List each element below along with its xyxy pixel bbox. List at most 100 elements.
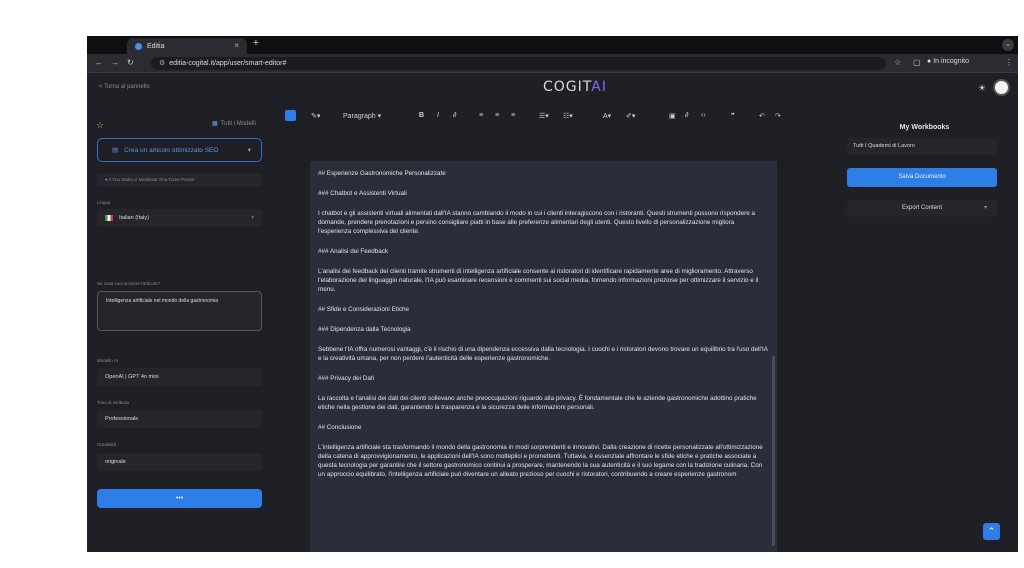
site-info-icon[interactable]: ⚙ <box>159 60 165 67</box>
chevron-down-icon: ▾ <box>983 205 987 211</box>
left-panel: ☆ ▦ Tutti i Modelli ▤ Crea un articolo ot… <box>87 102 271 552</box>
tip-text: Il Tuo Stalco è Miniilosta Tina Tume Pos… <box>108 177 195 182</box>
editor-paragraph: L'analisi dei feedback dei clienti trami… <box>318 268 759 293</box>
info-icon: ● <box>105 177 108 182</box>
redo-icon[interactable]: ↷ <box>775 112 781 120</box>
sidebar-toggle-icon[interactable] <box>285 110 296 121</box>
code-icon[interactable]: ‹› <box>701 112 706 119</box>
editor-paragraph: L'intelligenza artificiale sta trasforma… <box>318 444 763 478</box>
browser-tab[interactable]: Editia × <box>127 38 247 54</box>
chevron-down-icon: ▾ <box>247 147 251 154</box>
align-center-icon[interactable]: ≡ <box>495 112 499 119</box>
chevron-down-icon: ▾ <box>251 215 254 221</box>
app-logo[interactable]: COGITAI <box>543 79 607 95</box>
italy-flag-icon <box>105 214 113 221</box>
document-icon: ▤ <box>112 147 119 154</box>
logo-accent: AI <box>591 79 607 95</box>
language-select[interactable]: Italian (Italy) ▾ <box>97 209 262 227</box>
editor-toolbar: ✎▾ Paragraph ▾ B I ∂ ≡ ≡ ≡ ☰▾ ☷▾ A▾ ✐▾ ▣… <box>281 108 823 125</box>
reload-icon[interactable]: ↻ <box>127 58 134 67</box>
workbooks-title: My Workbooks <box>899 124 950 131</box>
tab-title: Editia <box>147 42 165 50</box>
browser-window: Editia × + ⌄ ← → ↻ ⚙ editia-cogital.it/ap… <box>87 36 1018 552</box>
back-to-dashboard-link[interactable]: < Torna al pannello <box>99 84 150 90</box>
bookmark-star-icon[interactable]: ☆ <box>894 58 901 67</box>
numbered-list-icon[interactable]: ☷▾ <box>563 112 573 120</box>
creativity-select[interactable]: originale <box>97 453 262 471</box>
creativity-value: originale <box>105 459 126 465</box>
editor-paragraph: Sebbene l'IA offra numerosi vantaggi, c'… <box>318 346 768 362</box>
editor-paragraph: ## Sfide e Considerazioni Etiche <box>318 306 410 313</box>
editor-paragraph: La raccolta e l'analisi dei dati dei cli… <box>318 395 757 411</box>
info-tip: ● Il Tuo Stalco è Miniilosta Tina Tume P… <box>97 173 262 187</box>
language-value: Italian (Italy) <box>119 215 149 221</box>
editor-paragraph: ### Analisi dei Feedback <box>318 248 389 255</box>
create-seo-article-button[interactable]: ▤ Crea un articolo ottimizzato SEO ▾ <box>97 138 262 162</box>
tone-select[interactable]: Professionale <box>97 410 262 428</box>
browser-menu-icon[interactable]: ⋮ <box>1005 58 1013 67</box>
export-content-button[interactable]: Export Content ▾ <box>847 200 997 217</box>
url-field[interactable]: ⚙ editia-cogital.it/app/user/smart-editor… <box>151 57 886 70</box>
editor-paragraph: ### Privacy dei Dati <box>318 375 374 382</box>
tone-label: Tono di scrittura <box>97 400 129 405</box>
ai-wand-icon[interactable]: ✎▾ <box>311 112 320 120</box>
bullet-list-icon[interactable]: ☰▾ <box>539 112 549 120</box>
incognito-indicator[interactable]: ● In incognito <box>927 58 969 65</box>
address-bar: ← → ↻ ⚙ editia-cogital.it/app/user/smart-… <box>87 54 1018 73</box>
editor-paragraph: ### Chatbot e Assistenti Virtuali <box>318 190 407 197</box>
paragraph-select[interactable]: Paragraph ▾ <box>343 112 381 120</box>
create-button-label: Crea un articolo ottimizzato SEO <box>124 146 219 154</box>
avatar[interactable] <box>993 79 1010 96</box>
link-insert-icon[interactable]: ∂ <box>685 112 688 119</box>
all-models-label: Tutti i Modelli <box>220 121 256 127</box>
undo-icon[interactable]: ↶ <box>759 112 765 120</box>
favorite-star-icon[interactable]: ☆ <box>96 120 104 131</box>
new-tab-button[interactable]: + <box>253 38 259 49</box>
url-text: editia-cogital.it/app/user/smart-editor# <box>169 60 287 67</box>
align-left-icon[interactable]: ≡ <box>479 112 483 119</box>
language-label: Lingua <box>97 200 111 205</box>
quote-icon[interactable]: ❞ <box>731 112 735 120</box>
grid-icon: ▦ <box>212 121 218 127</box>
workbook-select[interactable]: Tutti I Quaderni di Lavoro <box>847 138 997 155</box>
tab-search-icon[interactable]: ⌄ <box>1002 39 1014 51</box>
editor-area: ## Esperienze Gastronomiche Personalizza… <box>271 126 831 552</box>
align-right-icon[interactable]: ≡ <box>511 112 515 119</box>
editor-paragraph: ## Esperienze Gastronomiche Personalizza… <box>318 170 446 177</box>
export-content-label: Export Content <box>901 205 943 211</box>
extensions-icon[interactable]: ▢ <box>913 58 921 67</box>
bold-button[interactable]: B <box>419 112 424 119</box>
model-select[interactable]: OpenAI | GPT 4o mini <box>97 368 262 386</box>
favicon-icon <box>135 42 142 50</box>
editor-scrollbar[interactable] <box>772 356 775 546</box>
generate-button[interactable]: ••• <box>97 489 262 508</box>
creativity-label: Creatività <box>97 442 117 447</box>
topic-label: Su cosa vuoi scrivere l'articolo? <box>97 281 160 286</box>
incognito-label: In incognito <box>933 58 969 65</box>
tone-value: Professionale <box>105 416 139 422</box>
link-icon[interactable]: ∂ <box>453 112 456 119</box>
tab-bar: Editia × + ⌄ <box>87 36 1018 54</box>
model-label: Modello IA <box>97 358 119 363</box>
forward-arrow-icon[interactable]: → <box>111 58 119 67</box>
app-header: < Torna al pannello COGITAI ☀ <box>87 74 1018 101</box>
image-icon[interactable]: ▣ <box>669 112 676 120</box>
highlight-icon[interactable]: ✐▾ <box>626 112 635 120</box>
logo-main: COGIT <box>543 79 592 95</box>
back-arrow-icon[interactable]: ← <box>95 58 103 67</box>
text-color-icon[interactable]: A▾ <box>603 112 611 120</box>
save-document-button[interactable]: Salva Documento <box>847 168 997 187</box>
right-panel: My Workbooks Tutti I Quaderni di Lavoro … <box>831 102 1018 552</box>
scroll-to-top-button[interactable]: ⌃ <box>983 523 1000 540</box>
document-editor[interactable]: ## Esperienze Gastronomiche Personalizza… <box>310 161 777 552</box>
model-value: OpenAI | GPT 4o mini <box>105 374 159 380</box>
paragraph-select-label: Paragraph <box>343 113 376 120</box>
editor-paragraph: ## Conclusione <box>318 424 362 431</box>
italic-button[interactable]: I <box>437 112 439 119</box>
editor-paragraph: I chatbot e gli assistenti virtuali alim… <box>318 210 755 235</box>
topic-textarea[interactable]: Intelligenza artificiale nel mondo della… <box>97 291 262 331</box>
editor-paragraph: ### Dipendenza dalla Tecnologia <box>318 326 411 333</box>
all-models-link[interactable]: ▦ Tutti i Modelli <box>212 120 256 127</box>
theme-toggle-icon[interactable]: ☀ <box>978 83 986 94</box>
tab-close-icon[interactable]: × <box>234 41 239 50</box>
